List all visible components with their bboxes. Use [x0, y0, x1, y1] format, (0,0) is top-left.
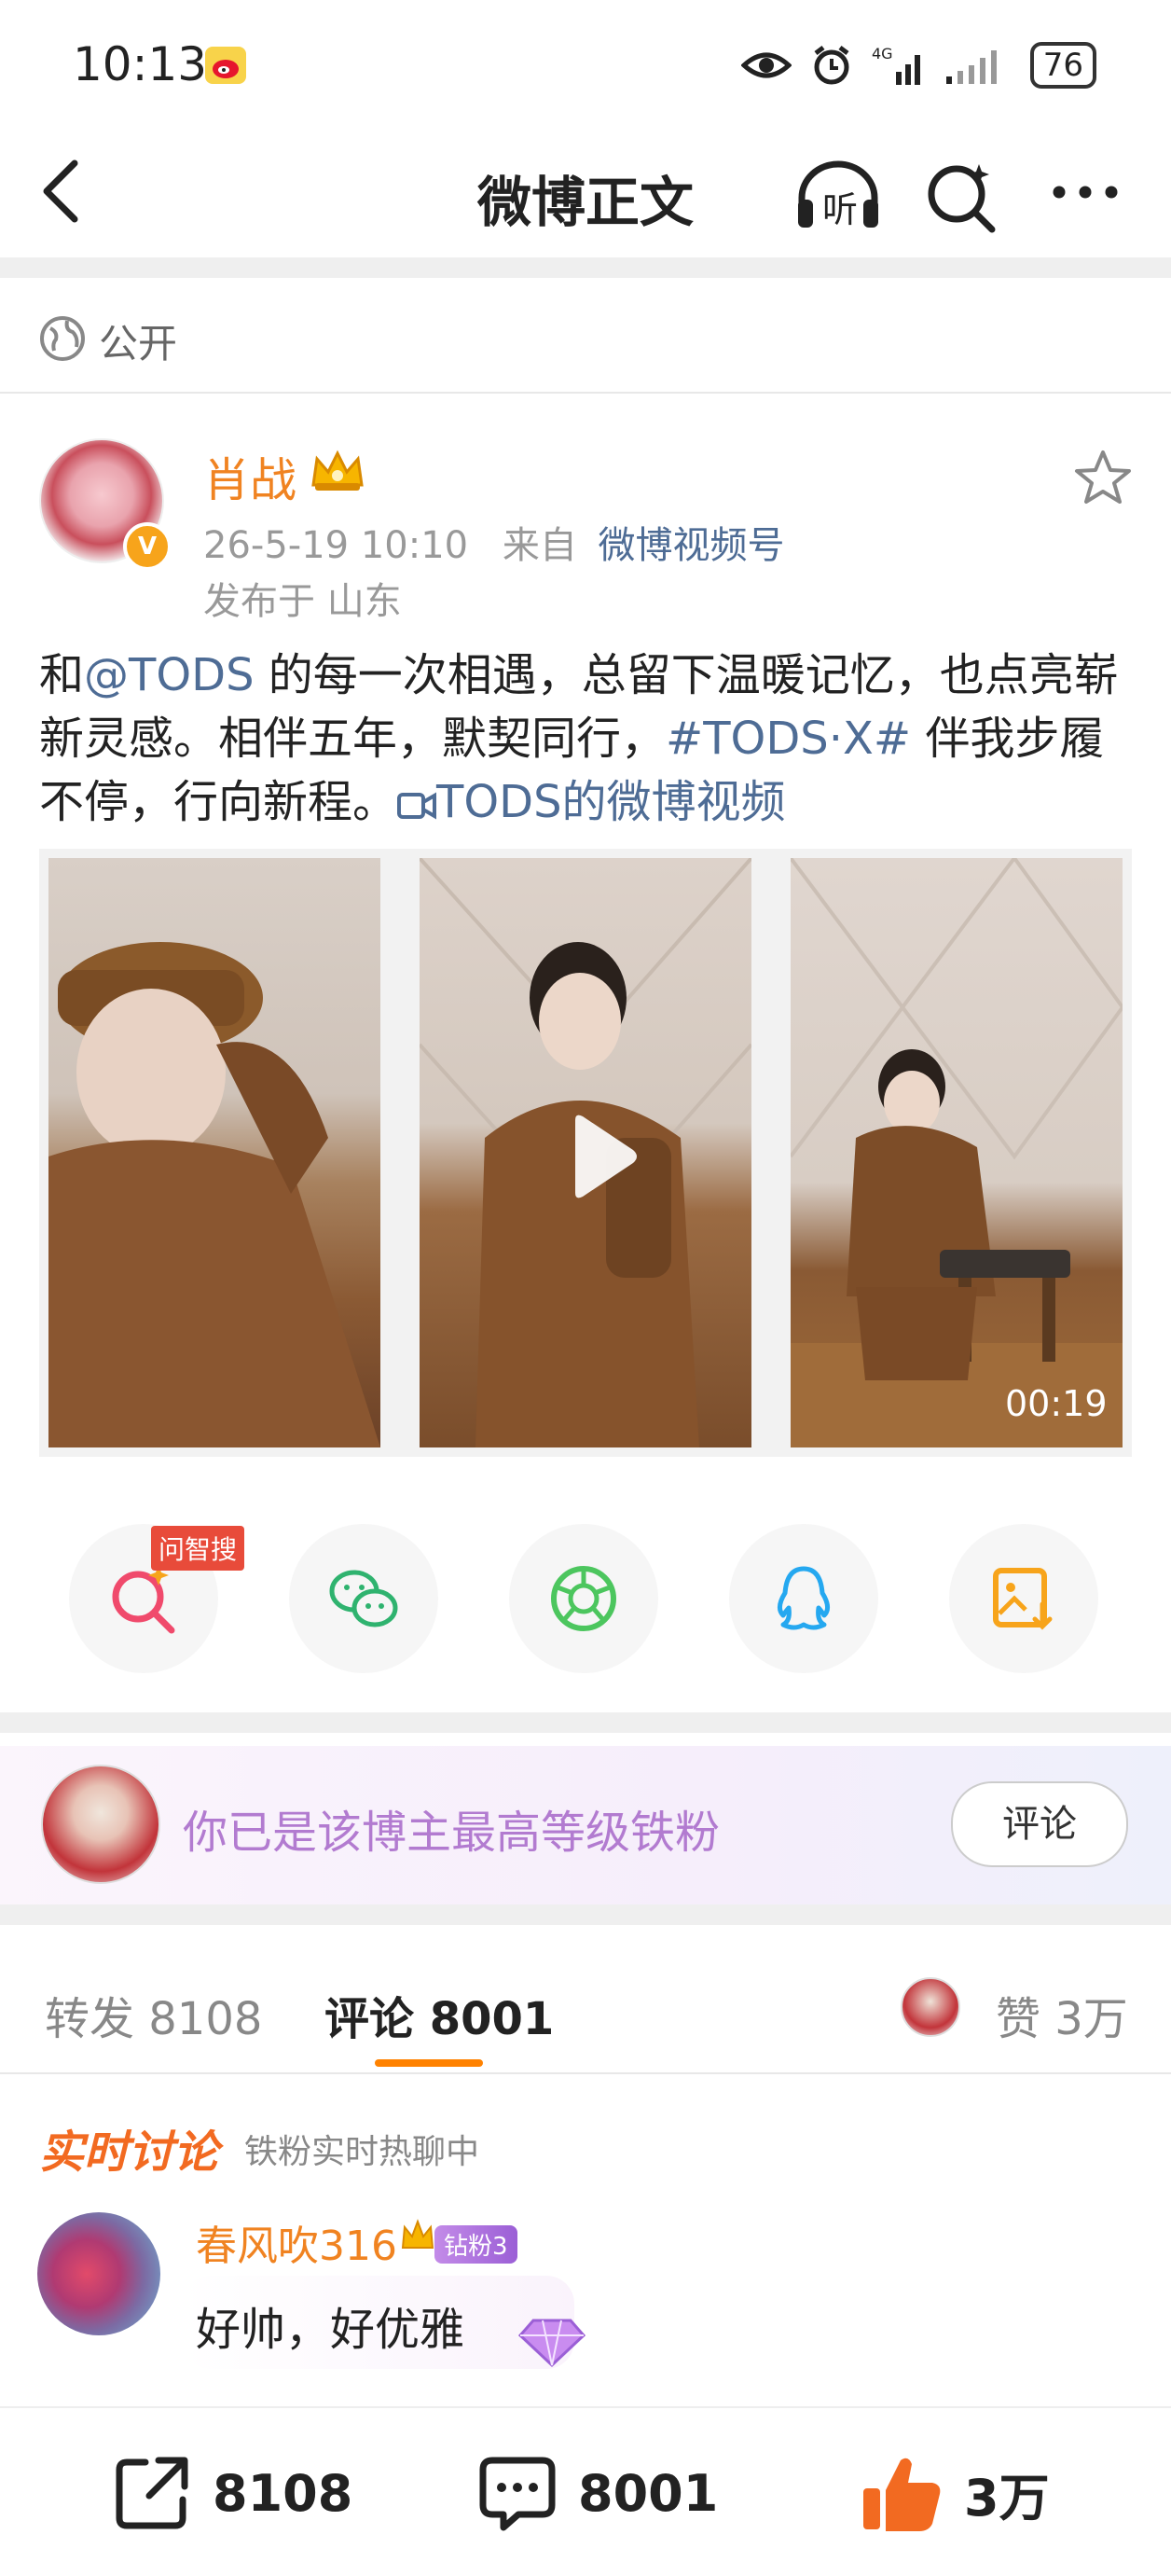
source-link[interactable]: 微博视频号	[599, 524, 785, 567]
like-count: 3万	[964, 2468, 1050, 2528]
share-icon	[116, 2457, 188, 2529]
comment-action-button[interactable]: 8001	[477, 2451, 718, 2535]
globe-icon	[40, 316, 85, 361]
share-wechat-button[interactable]	[289, 1524, 438, 1673]
source-prefix: 来自	[502, 524, 577, 567]
moments-icon	[551, 1566, 616, 1631]
visibility-label: 公开	[99, 321, 178, 367]
qq-icon	[778, 1566, 830, 1630]
save-image-button[interactable]	[949, 1524, 1098, 1673]
search-ask-icon	[112, 1565, 175, 1634]
fan-status-text: 你已是该博主最高等级铁粉	[183, 1807, 721, 1859]
weibo-mini-icon	[205, 47, 246, 84]
section-divider	[0, 1904, 1171, 1925]
tab-comment[interactable]: 评论 8001	[324, 1982, 554, 2047]
ask-tag: 问智搜	[151, 1526, 245, 1571]
post-time: 26-5-19 10:10	[203, 524, 469, 567]
commenter-name[interactable]: 春风吹316	[196, 2212, 397, 2272]
hashtag-link[interactable]: #TODS·X#	[666, 713, 911, 765]
realtime-title: 实时讨论	[39, 2126, 219, 2179]
more-icon[interactable]	[1050, 183, 1121, 201]
comment-text: 好帅，好优雅	[196, 2304, 465, 2356]
search-icon[interactable]	[925, 159, 999, 233]
eye-icon	[740, 52, 792, 78]
repost-count: 8108	[213, 2463, 353, 2523]
status-time: 10:13	[73, 37, 208, 91]
comment-button[interactable]: 评论	[951, 1781, 1128, 1867]
like-button[interactable]: 3万	[860, 2451, 1050, 2535]
comment-icon	[479, 2457, 556, 2531]
comment-count: 8001	[578, 2463, 719, 2523]
verified-badge: V	[123, 522, 172, 571]
wechat-icon	[329, 1570, 398, 1627]
realtime-subtitle: 铁粉实时热聊中	[244, 2133, 480, 2171]
favorite-star-icon[interactable]	[1072, 448, 1134, 509]
share-qq-button[interactable]	[729, 1524, 878, 1673]
signal-4g-icon: 4G	[872, 45, 920, 85]
video-frame-3	[791, 858, 1123, 1447]
alarm-icon	[814, 46, 849, 85]
video-camera-icon	[397, 792, 437, 820]
post-text: 和@TODS 的每一次相遇，总留下温暖记忆，也点亮崭新灵感。相伴五年，默契同行，…	[39, 649, 1119, 828]
status-icons: 4G 76	[740, 37, 1096, 93]
save-image-icon	[993, 1568, 1053, 1630]
like-avatar	[901, 1977, 960, 2037]
signal-icon	[945, 50, 997, 84]
section-divider	[0, 257, 1171, 278]
fan-level-badge: 钻粉3	[434, 2225, 517, 2264]
video-link[interactable]: TODS的微博视频	[397, 776, 786, 828]
listen-label: 听	[822, 189, 859, 230]
crown-badge-icon	[401, 2219, 434, 2249]
play-icon[interactable]	[547, 1105, 650, 1208]
tab-like[interactable]: 赞 3万	[996, 1982, 1128, 2047]
svg-text:4G: 4G	[872, 45, 893, 62]
tab-repost[interactable]: 转发 8108	[45, 1982, 262, 2047]
repost-button[interactable]: 8108	[112, 2451, 352, 2535]
post-meta: 26-5-19 10:10 来自 微博视频号	[203, 515, 785, 569]
section-divider	[0, 1712, 1171, 1733]
diamond-gem-icon	[517, 2319, 586, 2368]
video-player[interactable]: 00:19	[39, 849, 1132, 1457]
author-name[interactable]: 肖战	[203, 443, 296, 510]
listen-button[interactable]: 听	[794, 159, 882, 233]
video-frame-1	[48, 858, 380, 1447]
thumbs-up-icon	[863, 2458, 941, 2531]
post-location: 发布于 山东	[203, 580, 402, 623]
crown-badge-icon	[311, 450, 364, 491]
share-moments-button[interactable]	[509, 1524, 658, 1673]
comment-avatar[interactable]	[37, 2212, 160, 2335]
divider	[0, 2072, 1171, 2074]
battery-indicator: 76	[1029, 42, 1096, 89]
tab-active-indicator	[375, 2059, 483, 2067]
mention-link[interactable]: @TODS	[84, 649, 255, 701]
fan-banner-avatar	[41, 1765, 160, 1884]
divider	[0, 392, 1171, 394]
video-duration: 00:19	[1005, 1383, 1108, 1424]
